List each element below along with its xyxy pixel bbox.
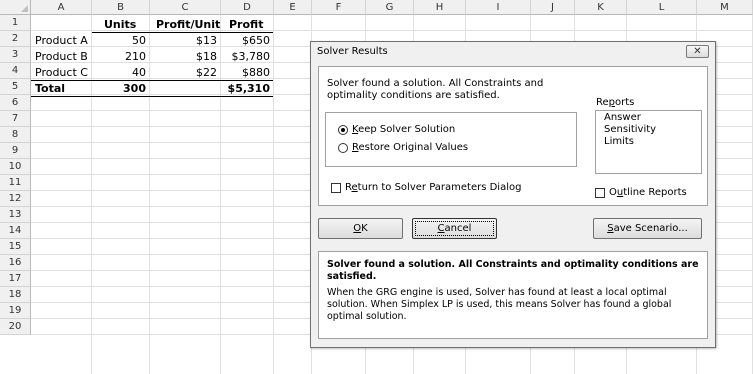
return-to-parameters-label[interactable]: Return to Solver Parameters Dialog [345,182,521,193]
cell-d6[interactable]: $5,310 [221,82,270,95]
column-header-i[interactable]: I [466,0,531,15]
row-header-5[interactable]: 5 [0,79,31,95]
cancel-button[interactable]: Cancel [412,218,497,239]
report-item-limits[interactable]: Limits [604,136,634,147]
total-top-border [31,80,273,81]
outline-reports-checkbox[interactable] [595,188,605,198]
cell-a3[interactable]: Product A [35,34,88,47]
row-header-2[interactable]: 2 [0,31,31,47]
row-header-12[interactable]: 12 [0,191,31,207]
row-header-9[interactable]: 9 [0,143,31,159]
row-header-1[interactable]: 1 [0,15,31,31]
report-item-answer[interactable]: Answer [604,112,641,123]
column-header-b[interactable]: B [92,0,150,15]
ok-button[interactable]: OK [318,218,403,239]
row-header-10[interactable]: 10 [0,159,31,175]
column-header-j[interactable]: J [531,0,575,15]
header-underline [92,32,273,33]
message-line-1: Solver found a solution. All Constraints… [327,78,544,89]
info-bold-line-2: satisfied. [327,271,377,282]
radio-selected-dot [341,128,345,132]
column-header-k[interactable]: K [575,0,627,15]
row-header-15[interactable]: 15 [0,239,31,255]
row-header-14[interactable]: 14 [0,223,31,239]
column-header-c[interactable]: C [150,0,221,15]
column-header-g[interactable]: G [366,0,414,15]
row-header-17[interactable]: 17 [0,271,31,287]
row-header-19[interactable]: 19 [0,303,31,319]
close-button[interactable]: ✕ [686,45,709,58]
cell-a5[interactable]: Product C [35,66,88,79]
row-header-3[interactable]: 3 [0,47,31,63]
row-header-13[interactable]: 13 [0,207,31,223]
reports-listbox[interactable]: Answer Sensitivity Limits [595,110,702,174]
row-header-7[interactable]: 7 [0,111,31,127]
row-header-11[interactable]: 11 [0,175,31,191]
header-units[interactable]: Units [104,18,136,31]
cell-d4[interactable]: $3,780 [221,50,271,63]
info-line-2: solution. When Simplex LP is used, this … [327,299,672,310]
column-header-m[interactable]: M [697,0,753,15]
info-bold-line-1: Solver found a solution. All Constraints… [327,259,699,270]
return-to-parameters-checkbox[interactable] [331,183,341,193]
info-line-3: optimal solution. [327,311,407,322]
cell-b4[interactable]: 210 [92,50,146,63]
cell-d5[interactable]: $880 [221,66,270,79]
solver-results-dialog: Solver Results ✕ Solver found a solution… [310,41,716,348]
options-panel: Solver found a solution. All Constraints… [318,66,708,206]
cell-b5[interactable]: 40 [92,66,146,79]
restore-values-label[interactable]: Restore Original Values [352,142,468,153]
column-header-h[interactable]: H [414,0,466,15]
row-header-4[interactable]: 4 [0,63,31,79]
column-header-l[interactable]: L [627,0,697,15]
header-profit-unit[interactable]: Profit/Unit [156,18,220,31]
select-all-corner[interactable] [0,0,31,15]
cell-c4[interactable]: $18 [150,50,217,63]
reports-label: Reports [596,97,635,108]
total-bottom-border [31,96,273,97]
message-line-2: optimality conditions are satisfied. [327,90,500,101]
restore-values-radio[interactable] [338,143,348,153]
corner-triangle-icon [21,5,28,12]
outline-reports-label[interactable]: Outline Reports [609,187,687,198]
info-panel: Solver found a solution. All Constraints… [318,251,708,339]
row-header-18[interactable]: 18 [0,287,31,303]
keep-solution-label[interactable]: Keep Solver Solution [352,124,455,135]
dialog-title: Solver Results [317,46,388,57]
row-header-20[interactable]: 20 [0,319,31,335]
row-header-16[interactable]: 16 [0,255,31,271]
cell-a4[interactable]: Product B [35,50,88,63]
close-icon: ✕ [693,46,702,57]
report-item-sensitivity[interactable]: Sensitivity [604,124,656,135]
cell-a6[interactable]: Total [35,82,65,95]
column-gridline [273,15,274,374]
keep-solution-radio[interactable] [338,125,348,135]
row-header-8[interactable]: 8 [0,127,31,143]
save-scenario-button[interactable]: Save Scenario... [593,218,702,239]
cell-c3[interactable]: $13 [150,34,217,47]
column-header-d[interactable]: D [221,0,274,15]
cell-b6[interactable]: 300 [92,82,146,95]
row-header-6[interactable]: 6 [0,95,31,111]
cell-c5[interactable]: $22 [150,66,217,79]
column-header-a[interactable]: A [31,0,92,15]
header-profit[interactable]: Profit [229,18,263,31]
column-header-f[interactable]: F [312,0,366,15]
cell-b3[interactable]: 50 [92,34,146,47]
solution-options-group: Keep Solver Solution Restore Original Va… [325,112,577,167]
info-line-1: When the GRG engine is used, Solver has … [327,287,667,298]
row-gridline [31,30,753,31]
column-header-e[interactable]: E [274,0,312,15]
cell-d3[interactable]: $650 [221,34,270,47]
